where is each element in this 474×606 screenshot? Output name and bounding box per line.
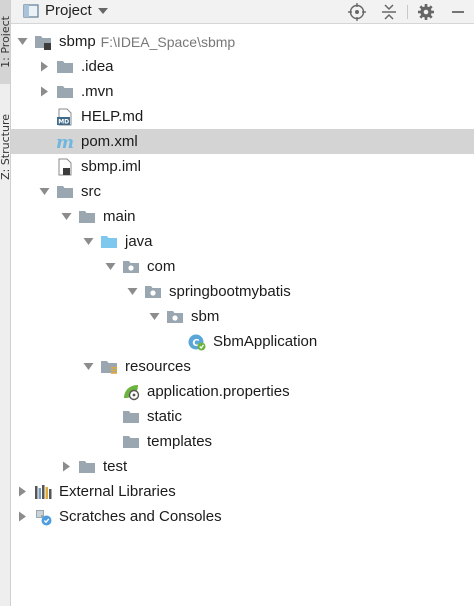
tree-node-label: Scratches and Consoles: [59, 508, 222, 525]
folder-icon: [122, 408, 140, 426]
svg-text:MD: MD: [58, 119, 69, 126]
tree-node[interactable]: C SbmApplication: [11, 329, 474, 354]
project-panel-icon: [23, 3, 39, 18]
expand-arrow-down-icon[interactable]: [149, 311, 160, 322]
structure-tool-tab-label: Z: Structure: [0, 114, 11, 180]
tree-node-label: sbmp: [59, 33, 96, 50]
tree-node[interactable]: templates: [11, 429, 474, 454]
tree-node[interactable]: main: [11, 204, 474, 229]
tree-node[interactable]: application.properties: [11, 379, 474, 404]
folder-icon: [78, 208, 96, 226]
markdown-file-icon: MD: [56, 108, 74, 126]
tree-node-label: pom.xml: [81, 133, 138, 150]
spring-class-icon: C: [188, 333, 206, 351]
expand-arrow-down-icon[interactable]: [105, 261, 116, 272]
expand-arrow-right-icon[interactable]: [17, 511, 28, 522]
expand-arrow-down-icon[interactable]: [17, 36, 28, 47]
libraries-icon: [34, 483, 52, 501]
tree-node-label: resources: [125, 358, 191, 375]
tree-node-label: SbmApplication: [213, 333, 318, 350]
expand-arrow-right-icon[interactable]: [39, 86, 50, 97]
folder-icon: [56, 83, 74, 101]
tree-node[interactable]: springbootmybatis: [11, 279, 474, 304]
tree-node[interactable]: sbmp.iml: [11, 154, 474, 179]
expand-arrow-down-icon[interactable]: [83, 361, 94, 372]
tree-node-path: F:\IDEA_Space\sbmp: [100, 34, 236, 50]
expand-arrow-right-icon[interactable]: [39, 61, 50, 72]
tree-node[interactable]: com: [11, 254, 474, 279]
chevron-down-icon: [97, 7, 108, 14]
expand-arrow-right-icon[interactable]: [61, 461, 72, 472]
locate-file-button[interactable]: [341, 0, 373, 24]
package-icon: [144, 283, 162, 301]
tree-node[interactable]: Scratches and Consoles: [11, 504, 474, 529]
project-panel-header: Project: [11, 0, 474, 24]
expand-arrow-down-icon[interactable]: [127, 286, 138, 297]
tree-node-label: src: [81, 183, 101, 200]
module-folder-icon: [34, 33, 52, 51]
expand-arrow-right-icon[interactable]: [17, 486, 28, 497]
tree-node[interactable]: java: [11, 229, 474, 254]
maven-file-icon: m: [56, 133, 74, 151]
folder-icon: [122, 433, 140, 451]
tree-node-label: main: [103, 208, 136, 225]
folder-icon: [78, 458, 96, 476]
folder-icon: [56, 58, 74, 76]
tree-node[interactable]: MD HELP.md: [11, 104, 474, 129]
expand-arrow-down-icon[interactable]: [39, 186, 50, 197]
resources-folder-icon: [100, 358, 118, 376]
gear-icon: [418, 4, 434, 20]
expand-arrow-down-icon[interactable]: [83, 236, 94, 247]
crosshair-icon: [348, 3, 366, 21]
header-separator: [407, 5, 408, 19]
header-actions: [341, 0, 474, 24]
tree-node[interactable]: .idea: [11, 54, 474, 79]
expand-arrow-down-icon[interactable]: [61, 211, 72, 222]
tree-node-label: .idea: [81, 58, 114, 75]
folder-icon: [56, 183, 74, 201]
package-icon: [122, 258, 140, 276]
tree-node[interactable]: test: [11, 454, 474, 479]
tree-node-label: application.properties: [147, 383, 290, 400]
collapse-all-button[interactable]: [373, 0, 405, 24]
tree-node[interactable]: sbmp F:\IDEA_Space\sbmp: [11, 29, 474, 54]
tree-node-label: External Libraries: [59, 483, 176, 500]
tree-node-label: com: [147, 258, 176, 275]
iml-file-icon: [56, 158, 74, 176]
tree-node-label: .mvn: [81, 83, 114, 100]
source-folder-icon: [100, 233, 118, 251]
project-tool-tab[interactable]: 1: Project: [0, 0, 11, 84]
collapse-all-icon: [382, 4, 396, 20]
settings-button[interactable]: [410, 0, 442, 24]
tree-node-label: test: [103, 458, 128, 475]
structure-tool-tab[interactable]: Z: Structure: [0, 98, 11, 196]
project-tool-tab-label: 1: Project: [0, 16, 11, 68]
project-panel-title: Project: [45, 2, 92, 19]
tool-window-strip: 1: Project Z: Structure: [0, 0, 11, 606]
tree-node[interactable]: resources: [11, 354, 474, 379]
tree-node[interactable]: sbm: [11, 304, 474, 329]
tree-node-label: templates: [147, 433, 213, 450]
project-view-selector[interactable]: Project: [23, 2, 108, 19]
package-icon: [166, 308, 184, 326]
project-tree: sbmp F:\IDEA_Space\sbmp .idea .mvn MD HELP.md…: [11, 29, 474, 529]
hide-panel-button[interactable]: [442, 0, 474, 24]
tree-node-label: sbm: [191, 308, 220, 325]
tree-node[interactable]: External Libraries: [11, 479, 474, 504]
tree-node[interactable]: static: [11, 404, 474, 429]
svg-text:m: m: [56, 133, 74, 151]
spring-properties-icon: [122, 383, 140, 401]
tree-node-label: sbmp.iml: [81, 158, 142, 175]
tree-node[interactable]: src: [11, 179, 474, 204]
tree-node-label: springbootmybatis: [169, 283, 291, 300]
scratches-icon: [34, 508, 52, 526]
tree-node-label: HELP.md: [81, 108, 144, 125]
tree-node[interactable]: m pom.xml: [11, 129, 474, 154]
tree-node-label: static: [147, 408, 183, 425]
tree-node[interactable]: .mvn: [11, 79, 474, 104]
minimize-icon: [452, 11, 464, 13]
tree-node-label: java: [125, 233, 153, 250]
